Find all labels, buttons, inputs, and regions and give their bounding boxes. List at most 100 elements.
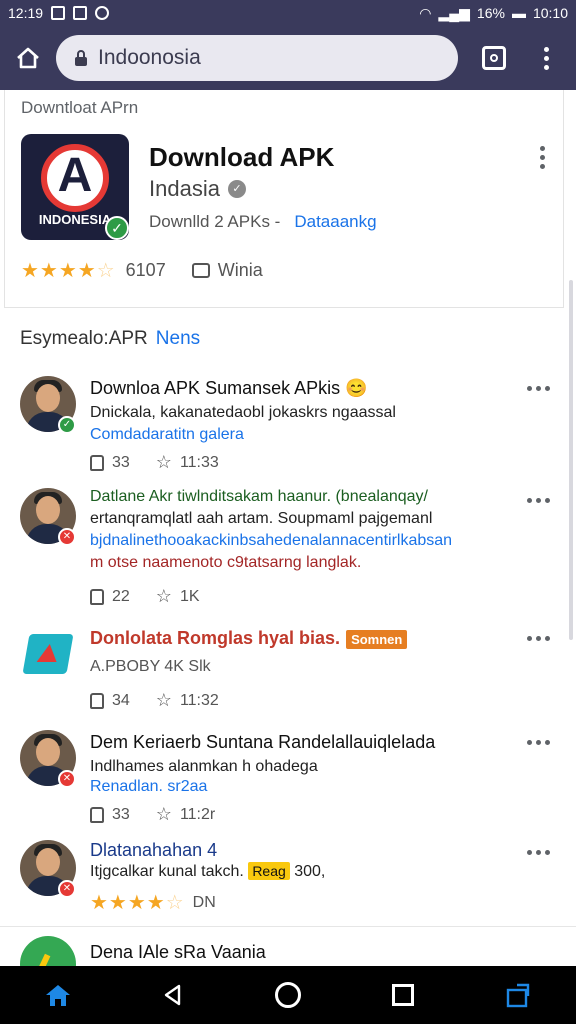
post-title[interactable]: Dena IAle sRa Vaania <box>90 942 266 963</box>
section-title: Esymealo:APR <box>20 328 148 349</box>
app-card: Downtloat APrn A INDONESIA ✓ Download AP… <box>4 90 564 308</box>
post-title[interactable]: Dem Keriaerb Suntana Randelallauiqlelada <box>90 732 435 753</box>
battery-icon: ▬ <box>511 5 526 21</box>
app-meta: Downlld 2 APKs - Dataaankg <box>149 212 377 232</box>
star-icon[interactable]: ☆ <box>156 804 172 825</box>
app-icon[interactable] <box>20 936 76 966</box>
post-title[interactable]: Datlane Akr tiwlnditsakam haanur. (bneal… <box>90 488 428 506</box>
more-options-icon[interactable] <box>527 850 550 855</box>
post-body: A.PBOBY 4K Slk <box>90 658 211 675</box>
more-options-icon[interactable] <box>527 386 550 391</box>
verified-icon: ✓ <box>105 216 129 240</box>
list-item[interactable]: ✕ Dem Keriaerb Suntana Randelallauiqlela… <box>20 728 550 832</box>
post-title[interactable]: Dlatanahahan 4 <box>90 840 217 861</box>
post-link[interactable]: Renadlan. sr2aa <box>90 778 207 796</box>
more-options-icon[interactable] <box>527 740 550 745</box>
battery-level: 16% <box>476 5 505 21</box>
home-icon <box>45 985 70 1006</box>
app-developer[interactable]: Indasia ✓ <box>149 176 246 202</box>
like-icon[interactable] <box>90 588 104 605</box>
post-body: Dnickala, kakanatedaobl jokaskrs ngaassa… <box>90 404 396 421</box>
list-item[interactable]: ✓ Downloa APK Sumansek APkis 😊 Dnickala,… <box>20 374 550 484</box>
list-item[interactable]: ✕ Datlane Akr tiwlnditsakam haanur. (bne… <box>20 486 550 610</box>
recents-icon <box>392 984 415 1006</box>
sync-icon <box>95 6 110 20</box>
address-bar[interactable]: Indoonosia <box>56 35 458 81</box>
nav-assist-button[interactable] <box>488 966 548 1024</box>
star-count: 11:32 <box>179 691 219 709</box>
divider <box>0 926 576 927</box>
post-actions: 22 ☆ 1K <box>90 586 200 607</box>
browser-menu-button[interactable] <box>522 26 570 90</box>
nav-home-circle-button[interactable] <box>258 966 318 1024</box>
like-icon[interactable] <box>90 692 104 709</box>
tabs-icon <box>482 46 506 70</box>
card-heading: Downtloat APrn <box>21 98 139 117</box>
like-icon[interactable] <box>90 806 104 823</box>
page-content: Downtloat APrn A INDONESIA ✓ Download AP… <box>0 90 576 966</box>
wifi-icon: ◠ <box>419 4 432 21</box>
post-rating: ★★★★☆ DN <box>90 890 216 915</box>
download-count: Downlld 2 APKs - <box>149 212 281 231</box>
url-text: Indoonosia <box>98 46 201 69</box>
rating-count: 6107 <box>125 260 166 280</box>
badge-icon: ✕ <box>58 880 76 898</box>
rating-stars-icon: ★★★★☆ <box>21 260 116 282</box>
tag-badge: Somnen <box>346 629 408 649</box>
star-icon[interactable]: ☆ <box>156 452 172 473</box>
post-title[interactable]: Downloa APK Sumansek APkis 😊 <box>90 378 368 399</box>
more-options-icon[interactable] <box>540 146 545 169</box>
list-item[interactable]: Dena IAle sRa Vaania <box>20 936 550 966</box>
like-count: 33 <box>112 453 130 471</box>
data-link[interactable]: Dataaankg <box>294 212 376 232</box>
star-icon[interactable]: ☆ <box>156 690 172 711</box>
post-link[interactable]: bjdnalinethooakackinbsahedenalannacentir… <box>90 532 452 550</box>
nav-back-button[interactable] <box>143 966 203 1024</box>
like-count: 22 <box>112 587 130 605</box>
post-link[interactable]: Comdadaratitn galera <box>90 426 244 444</box>
image-notification-icon <box>73 6 88 20</box>
comment-label[interactable]: Winia <box>218 260 263 281</box>
signal-icon: ▂▄▆ <box>438 4 470 21</box>
nav-recents-button[interactable] <box>373 966 433 1024</box>
like-count: 33 <box>112 805 130 823</box>
section-link[interactable]: Nens <box>156 328 200 350</box>
more-options-icon[interactable] <box>527 498 550 503</box>
status-time: 12:19 <box>8 5 44 21</box>
back-icon <box>164 984 180 1006</box>
like-icon[interactable] <box>90 454 104 471</box>
scrollbar[interactable] <box>569 280 573 640</box>
post-title[interactable]: Donlolata Romglas hyal bias. Somnen <box>90 628 408 649</box>
nav-home-button[interactable] <box>28 966 88 1024</box>
app-title[interactable]: Download APK <box>149 142 334 173</box>
tag-badge: Reag <box>248 862 290 880</box>
developer-verified-icon: ✓ <box>227 180 246 198</box>
like-count: 34 <box>112 691 130 709</box>
post-body: Indlhames alanmkan h ohadega <box>90 758 318 775</box>
browser-home-button[interactable] <box>0 26 56 90</box>
rating-row: ★★★★☆ 6107 Winia <box>21 258 263 283</box>
browser-toolbar: Indoonosia <box>0 26 576 90</box>
star-count: 11:2r <box>179 805 216 823</box>
post-actions: 33 ☆ 11:33 <box>90 452 219 473</box>
tab-switcher-button[interactable] <box>466 26 522 90</box>
post-actions: 33 ☆ 11:2r <box>90 804 215 825</box>
status-clock: 10:10 <box>532 5 568 21</box>
more-options-icon[interactable] <box>527 636 550 641</box>
star-icon[interactable]: ☆ <box>156 586 172 607</box>
list-item[interactable]: Donlolata Romglas hyal bias. Somnen A.PBO… <box>20 624 550 720</box>
home-circle-icon <box>274 982 301 1008</box>
rating-stars-icon: ★★★★☆ <box>90 892 185 914</box>
assist-icon <box>507 983 530 1008</box>
lock-icon <box>75 50 87 66</box>
star-count: 11:33 <box>179 453 219 471</box>
app-promo-icon[interactable] <box>22 634 74 674</box>
comment-icon[interactable] <box>191 263 210 278</box>
list-item[interactable]: ✕ Dlatanahahan 4 Itjgcalkar kunal takch.… <box>20 838 550 924</box>
rating-label: DN <box>192 893 216 911</box>
home-icon <box>17 47 39 69</box>
post-actions: 34 ☆ 11:32 <box>90 690 219 711</box>
section-header: Esymealo:APR Nens <box>20 328 200 350</box>
notification-icon <box>51 6 66 20</box>
system-nav-bar <box>0 966 576 1024</box>
